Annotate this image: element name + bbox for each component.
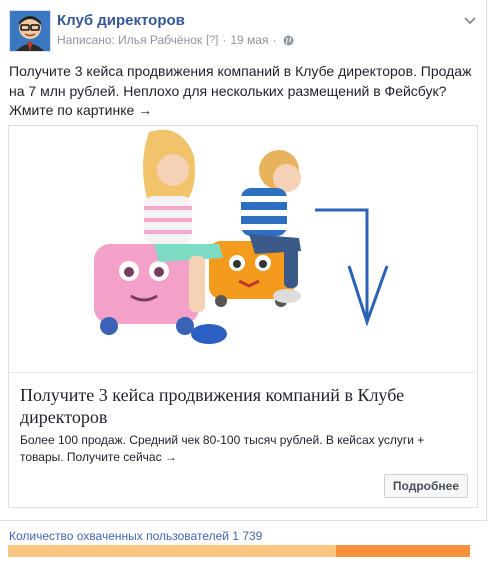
link-card[interactable]: Получите 3 кейса продвижения компаний в …: [8, 125, 478, 508]
page-avatar[interactable]: [9, 10, 51, 52]
post-date[interactable]: 19 мая: [230, 33, 268, 47]
reach-count-label[interactable]: Количество охваченных пользователей 1 73…: [9, 529, 262, 543]
card-divider: [9, 372, 477, 373]
page-name-link[interactable]: Клуб директоров: [57, 12, 185, 29]
post-text: Получите 3 кейса продвижения компаний в …: [9, 63, 472, 118]
globe-icon: [283, 35, 294, 46]
help-mark[interactable]: [?]: [206, 34, 218, 46]
author-text[interactable]: Написано: Илья Рабчёнок: [57, 33, 202, 47]
meta-separator: ·: [222, 33, 227, 47]
reach-progress-fill: [8, 545, 337, 557]
learn-more-button[interactable]: Подробнее: [383, 474, 468, 498]
ad-post: Клуб директоров Написано: Илья Рабчёнок …: [0, 0, 487, 521]
meta-separator-2: ·: [272, 33, 277, 47]
chevron-down-icon[interactable]: [463, 13, 477, 25]
post-header: Клуб директоров Написано: Илья Рабчёнок …: [9, 10, 477, 54]
card-title[interactable]: Получите 3 кейса продвижения компаний в …: [20, 384, 470, 428]
post-meta: Написано: Илья Рабчёнок [?] · 19 мая ·: [57, 33, 294, 47]
card-description: Более 100 продаж. Средний чек 80-100 тыс…: [20, 433, 425, 464]
card-image[interactable]: [9, 126, 477, 372]
reach-progress-bar: [8, 545, 470, 557]
